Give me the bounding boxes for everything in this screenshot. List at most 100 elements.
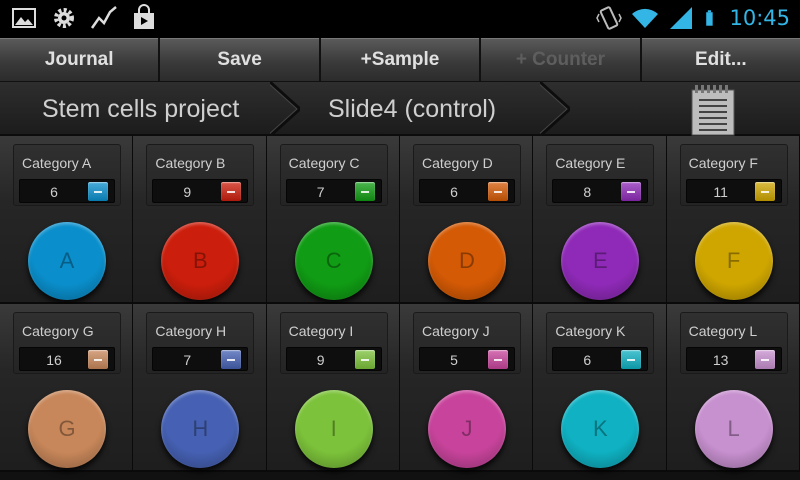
count-field: 6 (418, 179, 515, 203)
counter-cell: Category D 6 D (399, 136, 534, 304)
counter-info: Category H 7 (146, 312, 255, 374)
counter-cell: Category C 7 C (266, 136, 400, 304)
breadcrumb: Stem cells project Slide4 (control) (0, 82, 800, 136)
category-label: Category I (288, 323, 354, 339)
category-label: Category E (555, 155, 626, 171)
category-label: Category C (288, 155, 360, 171)
count-value: 8 (583, 184, 592, 200)
category-label: Category D (421, 155, 493, 171)
count-value: 7 (183, 352, 192, 368)
category-label: Category L (688, 323, 758, 339)
signal-icon (670, 7, 693, 29)
category-label: Category A (22, 155, 92, 171)
count-value: 5 (450, 352, 458, 368)
increment-button[interactable]: J (427, 390, 506, 468)
decrement-button[interactable] (221, 350, 242, 369)
count-field: 9 (152, 179, 249, 203)
counter-cell: Category A 6 A (0, 136, 134, 304)
edit-button[interactable]: Edit... (641, 38, 800, 82)
counter-cell: Category I 9 I (266, 304, 400, 472)
counter-cell: Category L 13 L (666, 304, 800, 472)
category-label: Category H (155, 323, 227, 339)
counter-cell: Category E 8 E (533, 136, 667, 304)
count-value: 6 (50, 184, 58, 200)
battery-icon (706, 10, 714, 26)
increment-button[interactable]: I (294, 390, 373, 468)
chevron-right-icon (270, 82, 300, 136)
decrement-button[interactable] (88, 182, 108, 201)
increment-button[interactable]: C (294, 222, 373, 300)
breadcrumb-slide[interactable]: Slide4 (control) (328, 82, 496, 136)
play-store-icon (134, 4, 154, 29)
count-value: 9 (316, 352, 325, 368)
counter-info: Category C 7 (279, 144, 388, 206)
chart-trend-icon (90, 6, 117, 29)
counter-info: Category E 8 (546, 144, 655, 206)
count-field: 8 (552, 179, 649, 203)
counter-info: Category J 5 (412, 312, 521, 374)
count-field: 7 (285, 179, 382, 203)
count-field: 16 (19, 347, 115, 371)
counter-info: Category G 16 (13, 312, 121, 374)
category-label: Category F (688, 155, 758, 171)
count-value: 7 (316, 184, 325, 200)
count-value: 13 (712, 352, 729, 368)
decrement-button[interactable] (487, 182, 508, 201)
counter-cell: Category J 5 J (399, 304, 534, 472)
decrement-button[interactable] (621, 350, 642, 369)
increment-button[interactable]: H (161, 390, 240, 468)
category-label: Category B (155, 155, 226, 171)
notification-icons (10, 4, 158, 32)
counter-cell: Category B 9 B (133, 136, 267, 304)
increment-button[interactable]: D (427, 222, 506, 300)
add-counter-button[interactable]: + Counter (481, 38, 640, 82)
breadcrumb-project[interactable]: Stem cells project (42, 82, 239, 136)
counter-info: Category I 9 (279, 312, 388, 374)
decrement-button[interactable] (754, 182, 775, 201)
count-value: 11 (713, 184, 728, 200)
journal-button[interactable]: Journal (0, 38, 159, 82)
counter-cell: Category H 7 H (133, 304, 267, 472)
count-field: 6 (19, 179, 115, 203)
count-value: 9 (183, 184, 192, 200)
count-value: 16 (46, 352, 62, 368)
decrement-button[interactable] (354, 182, 375, 201)
counter-info: Category A 6 (13, 144, 121, 206)
counter-info: Category D 6 (412, 144, 521, 206)
count-field: 13 (685, 347, 782, 371)
add-sample-button[interactable]: +Sample (320, 38, 480, 82)
count-field: 9 (285, 347, 382, 371)
action-bar: Journal Save +Sample + Counter Edit... (0, 38, 800, 82)
decrement-button[interactable] (221, 182, 242, 201)
decrement-button[interactable] (88, 350, 108, 369)
status-bar: 10:45 (0, 0, 800, 38)
counter-info: Category K 6 (546, 312, 655, 374)
settings-gear-icon (54, 8, 74, 28)
counter-cell: Category G 16 G (0, 304, 134, 472)
counter-grid: Category A 6 A Category B 9 B Category C… (0, 136, 800, 480)
decrement-button[interactable] (487, 350, 508, 369)
count-field: 7 (152, 347, 249, 371)
count-value: 6 (450, 184, 458, 200)
counter-info: Category F 11 (679, 144, 788, 206)
count-field: 5 (418, 347, 515, 371)
increment-button[interactable]: K (561, 390, 640, 468)
system-indicators: 10:45 (595, 4, 790, 32)
chevron-right-icon (540, 82, 570, 136)
increment-button[interactable]: L (694, 390, 773, 468)
save-button[interactable]: Save (160, 38, 319, 82)
counter-cell: Category F 11 F (666, 136, 800, 304)
increment-button[interactable]: G (28, 390, 106, 468)
decrement-button[interactable] (354, 350, 375, 369)
count-value: 6 (583, 352, 592, 368)
counter-info: Category L 13 (679, 312, 788, 374)
increment-button[interactable]: A (28, 222, 106, 300)
count-field: 11 (685, 179, 782, 203)
category-label: Category J (421, 323, 490, 339)
notepad-icon[interactable] (690, 84, 736, 136)
increment-button[interactable]: E (561, 222, 640, 300)
increment-button[interactable]: F (694, 222, 773, 300)
decrement-button[interactable] (754, 350, 775, 369)
increment-button[interactable]: B (161, 222, 240, 300)
decrement-button[interactable] (621, 182, 642, 201)
